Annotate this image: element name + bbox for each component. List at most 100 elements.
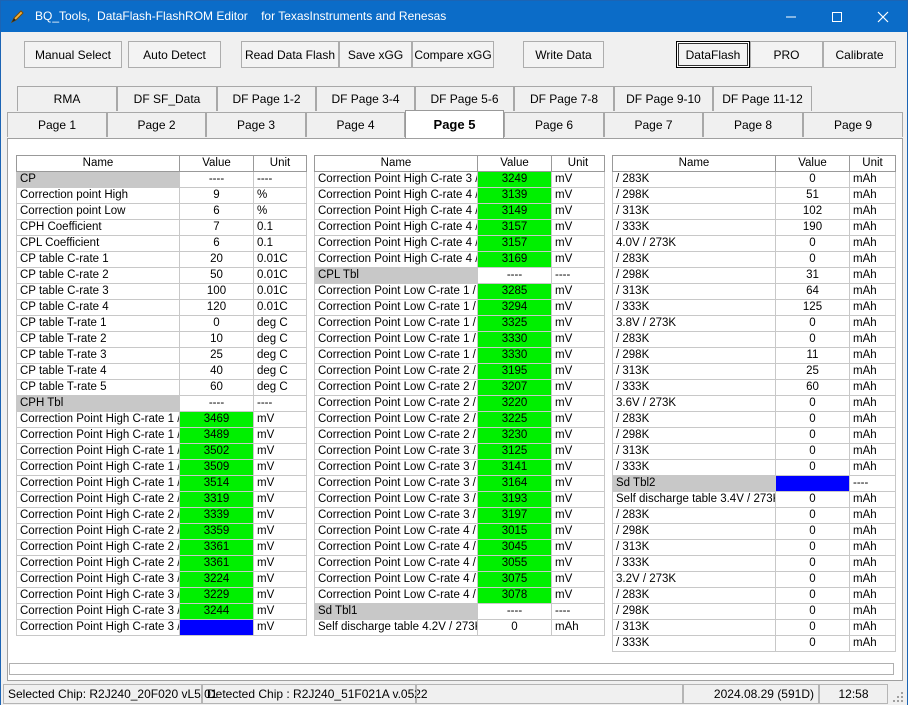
cell-value[interactable]: 190 [775, 219, 850, 236]
tab-df-page-3-4[interactable]: DF Page 3-4 [316, 86, 415, 111]
cell-value[interactable]: 25 [179, 347, 254, 364]
table-row[interactable]: Correction point High 9% [16, 187, 307, 204]
cell-name[interactable]: / 313K [612, 539, 776, 556]
table-row[interactable]: Correction Point Low C-rate 2 /3220 mV [314, 395, 605, 412]
cell-value[interactable]: 3249 [477, 171, 552, 188]
cell-unit[interactable]: mAh [849, 395, 896, 412]
cell-value[interactable]: 102 [775, 203, 850, 220]
cell-value[interactable]: 0 [775, 459, 850, 476]
read-data-flash-button[interactable]: Read Data Flash [241, 41, 339, 68]
cell-value[interactable]: 0 [775, 427, 850, 444]
table-row[interactable]: Correction Point High C-rate 4 /3157 mV [314, 235, 605, 252]
table-row[interactable]: Correction Point High C-rate 1 /3514 mV [16, 475, 307, 492]
cell-name[interactable]: CP table T-rate 4 [16, 363, 180, 380]
cell-value[interactable]: 3330 [477, 331, 552, 348]
table-row[interactable]: Correction Point Low C-rate 4 /3078 mV [314, 587, 605, 604]
cell-unit[interactable]: mAh [849, 507, 896, 524]
cell-unit[interactable]: ---- [253, 395, 307, 412]
cell-name[interactable]: / 283K [612, 251, 776, 268]
cell-name[interactable]: Correction Point High C-rate 4 / [314, 219, 478, 236]
cell-unit[interactable]: mV [253, 555, 307, 572]
cell-value[interactable]: 7 [179, 219, 254, 236]
cell-unit[interactable]: mV [551, 587, 605, 604]
column-header-name[interactable]: Name [314, 155, 478, 172]
table-row[interactable]: Correction Point Low C-rate 4 /3015 mV [314, 523, 605, 540]
cell-unit[interactable]: mAh [849, 363, 896, 380]
cell-value[interactable]: 0 [775, 251, 850, 268]
cell-unit[interactable]: mAh [849, 187, 896, 204]
cell-value[interactable]: 6 [179, 235, 254, 252]
cell-unit[interactable]: % [253, 187, 307, 204]
tab-page-7[interactable]: Page 7 [604, 112, 703, 137]
cell-unit[interactable]: mV [551, 347, 605, 364]
cell-unit[interactable]: 0.01C [253, 251, 307, 268]
column-header-name[interactable]: Name [16, 155, 180, 172]
tab-page-2[interactable]: Page 2 [107, 112, 206, 137]
column-header-value[interactable]: Value [775, 155, 850, 172]
table-row[interactable]: Correction Point Low C-rate 3 /3193 mV [314, 491, 605, 508]
table-row[interactable]: Correction Point High C-rate 3 /3224 mV [16, 571, 307, 588]
cell-name[interactable]: Correction Point Low C-rate 3 / [314, 507, 478, 524]
cell-value[interactable]: 3169 [477, 251, 552, 268]
cell-unit[interactable]: mV [253, 491, 307, 508]
calibrate-button[interactable]: Calibrate [823, 41, 896, 68]
tab-page-8[interactable]: Page 8 [703, 112, 803, 137]
table-row[interactable]: Correction Point Low C-rate 4 /3075 mV [314, 571, 605, 588]
table-row[interactable]: / 313K 0 mAh [612, 619, 896, 636]
cell-name[interactable]: Correction Point Low C-rate 2 / [314, 427, 478, 444]
cell-value[interactable]: 100 [179, 283, 254, 300]
cell-unit[interactable]: mV [551, 507, 605, 524]
table-row[interactable]: / 313K 0 mAh [612, 443, 896, 460]
table-row[interactable]: / 283K 0 mAh [612, 507, 896, 524]
cell-value[interactable]: ---- [775, 475, 850, 492]
cell-unit[interactable]: mV [551, 571, 605, 588]
cell-value[interactable]: 31 [775, 267, 850, 284]
cell-unit[interactable]: mAh [849, 315, 896, 332]
cell-unit[interactable]: mV [253, 427, 307, 444]
column-header-value[interactable]: Value [179, 155, 254, 172]
cell-name[interactable]: Correction Point High C-rate 3 / [16, 587, 180, 604]
tab-df-page-5-6[interactable]: DF Page 5-6 [415, 86, 514, 111]
tab-df-page-9-10[interactable]: DF Page 9-10 [614, 86, 713, 111]
cell-name[interactable]: Correction Point Low C-rate 2 / [314, 379, 478, 396]
table-row[interactable]: Correction Point Low C-rate 3 /3197 mV [314, 507, 605, 524]
cell-value[interactable]: 11 [775, 347, 850, 364]
cell-name[interactable]: Correction Point Low C-rate 4 / [314, 587, 478, 604]
cell-value[interactable]: 3139 [477, 187, 552, 204]
cell-unit[interactable]: deg C [253, 379, 307, 396]
cell-value[interactable]: 3224 [179, 571, 254, 588]
cell-value[interactable]: 3285 [477, 283, 552, 300]
cell-name[interactable]: Correction Point High C-rate 1 / [16, 427, 180, 444]
cell-name[interactable]: Correction point Low [16, 203, 180, 220]
cell-unit[interactable]: mV [551, 379, 605, 396]
tab-df-page-11-12[interactable]: DF Page 11-12 [713, 86, 812, 111]
cell-unit[interactable]: mV [551, 219, 605, 236]
cell-name[interactable]: Sd Tbl1 [314, 603, 478, 620]
cell-name[interactable]: / 283K [612, 587, 776, 604]
cell-name[interactable]: 3.8V / 273K [612, 315, 776, 332]
cell-value[interactable]: ---- [179, 395, 254, 412]
cell-value[interactable]: 0 [775, 635, 850, 652]
cell-name[interactable]: Correction Point High C-rate 1 / [16, 475, 180, 492]
table-row[interactable]: / 283K 0 mAh [612, 171, 896, 188]
cell-unit[interactable]: mV [551, 187, 605, 204]
cell-unit[interactable]: mV [551, 299, 605, 316]
cell-value[interactable]: 3361 [179, 539, 254, 556]
cell-name[interactable]: CPL Coefficient [16, 235, 180, 252]
tab-rma[interactable]: RMA [17, 86, 117, 111]
table-row[interactable]: Correction Point High C-rate 3 /3249 mV [314, 171, 605, 188]
cell-value[interactable]: 3244 [179, 603, 254, 620]
cell-unit[interactable]: mV [253, 443, 307, 460]
column-header-value[interactable]: Value [477, 155, 552, 172]
cell-name[interactable]: Correction Point High C-rate 2 / [16, 507, 180, 524]
cell-unit[interactable]: mAh [849, 331, 896, 348]
table-row[interactable]: Correction Point High C-rate 3 /3229 mV [16, 587, 307, 604]
cell-unit[interactable]: mAh [849, 427, 896, 444]
cell-name[interactable]: CPH Tbl [16, 395, 180, 412]
table-row[interactable]: Correction Point Low C-rate 2 /3225 mV [314, 411, 605, 428]
table-row[interactable]: Correction Point Low C-rate 1 /3325 mV [314, 315, 605, 332]
cell-value[interactable]: 25 [775, 363, 850, 380]
table-row[interactable]: Correction Point High C-rate 1 /3469 mV [16, 411, 307, 428]
cell-value[interactable]: 0 [775, 523, 850, 540]
cell-value[interactable]: ---- [477, 267, 552, 284]
